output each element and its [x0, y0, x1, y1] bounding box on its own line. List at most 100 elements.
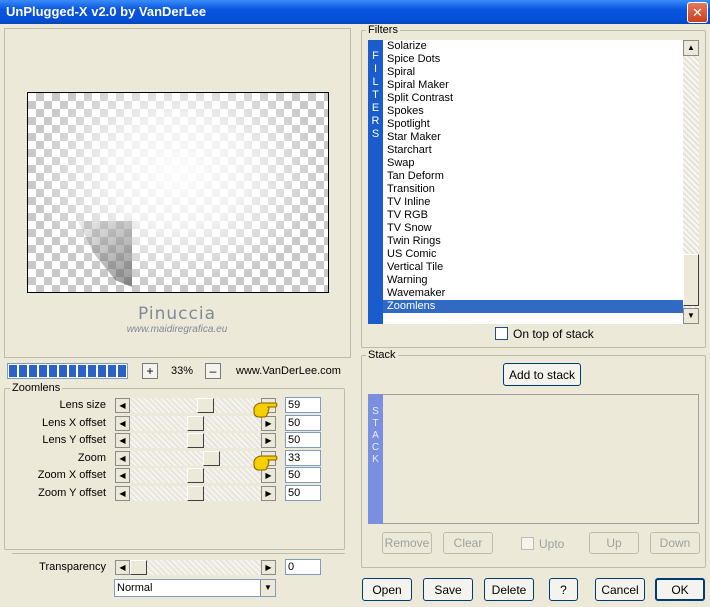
filter-list-item[interactable]: Transition — [383, 183, 683, 196]
slider-thumb[interactable] — [187, 468, 204, 483]
filter-list-item[interactable]: Spiral Maker — [383, 79, 683, 92]
filter-list-item[interactable]: Warning — [383, 274, 683, 287]
params-group-label: Zoomlens — [10, 382, 63, 394]
slider-thumb[interactable] — [202, 450, 220, 466]
blend-mode-select[interactable]: Normal ▼ — [114, 579, 276, 597]
filter-list-item[interactable]: US Comic — [383, 248, 683, 261]
progress-segment — [78, 365, 87, 377]
website-link[interactable]: www.VanDerLee.com — [236, 365, 341, 377]
slider-left-arrow-icon[interactable]: ◀ — [115, 560, 130, 575]
strip-letter: T — [372, 89, 379, 101]
slider-right-arrow-icon[interactable]: ▶ — [261, 560, 276, 575]
filter-list-item[interactable]: Swap — [383, 157, 683, 170]
param-slider[interactable]: ◀▶ — [115, 485, 276, 501]
strip-letter: T — [372, 418, 379, 429]
transparency-input[interactable]: 0 — [285, 559, 321, 575]
remove-button[interactable]: Remove — [382, 532, 432, 554]
slider-left-arrow-icon[interactable]: ◀ — [115, 485, 130, 501]
param-label: Zoom Y offset — [38, 486, 106, 499]
help-button[interactable]: ? — [549, 578, 578, 601]
transparency-slider[interactable]: ◀ ▶ — [115, 560, 276, 575]
filter-list-item[interactable]: TV Snow — [383, 222, 683, 235]
window-title: UnPlugged-X v2.0 by VanDerLee — [6, 4, 207, 19]
filters-strip: FILTERS — [368, 40, 383, 324]
strip-letter: S — [371, 128, 380, 140]
lens-highlight — [28, 93, 328, 292]
progress-segment — [88, 365, 97, 377]
slider-left-arrow-icon[interactable]: ◀ — [115, 468, 130, 483]
filter-list-item[interactable]: TV RGB — [383, 209, 683, 222]
strip-letter: L — [372, 76, 379, 88]
filter-list-item[interactable]: Starchart — [383, 144, 683, 157]
slider-right-arrow-icon[interactable]: ▶ — [261, 485, 276, 501]
progress-segment — [38, 365, 47, 377]
slider-thumb[interactable] — [187, 485, 204, 501]
strip-letter: E — [371, 102, 380, 114]
filter-list-item[interactable]: Zoomlens — [383, 300, 683, 313]
param-value-input[interactable]: 33 — [285, 449, 321, 466]
up-button[interactable]: Up — [589, 532, 639, 554]
on-top-label: On top of stack — [513, 327, 594, 341]
param-slider[interactable]: ◀▶ — [115, 433, 276, 448]
slider-left-arrow-icon[interactable]: ◀ — [115, 433, 130, 448]
param-label: Lens Y offset — [42, 434, 106, 446]
param-value-input[interactable]: 50 — [285, 467, 321, 483]
filter-list-item[interactable]: Spiral — [383, 66, 683, 79]
zoom-in-button[interactable]: + — [142, 363, 158, 379]
strip-letter: I — [373, 63, 378, 75]
filter-list-item[interactable]: Split Contrast — [383, 92, 683, 105]
add-to-stack-button[interactable]: Add to stack — [503, 363, 581, 386]
progress-segment — [108, 365, 117, 377]
param-value-input[interactable]: 50 — [285, 484, 321, 501]
progress-segment — [58, 365, 67, 377]
cancel-button[interactable]: Cancel — [595, 578, 645, 601]
delete-button[interactable]: Delete — [484, 578, 534, 601]
filter-list-item[interactable]: Wavemaker — [383, 287, 683, 300]
filter-list-item[interactable]: Solarize — [383, 40, 683, 53]
zoom-out-button[interactable]: – — [205, 363, 221, 379]
filter-scrollbar[interactable]: ▲ ▼ — [683, 40, 699, 324]
filter-list-item[interactable]: Spokes — [383, 105, 683, 118]
clear-button[interactable]: Clear — [443, 532, 493, 554]
progress-segment — [18, 365, 27, 377]
param-value-input[interactable]: 50 — [285, 432, 321, 448]
transparency-label: Transparency — [39, 561, 106, 573]
chevron-down-icon[interactable]: ▼ — [260, 580, 275, 596]
slider-left-arrow-icon[interactable]: ◀ — [115, 398, 130, 413]
slider-thumb[interactable] — [130, 560, 147, 575]
slider-left-arrow-icon[interactable]: ◀ — [115, 415, 130, 431]
scroll-down-arrow-icon[interactable]: ▼ — [683, 308, 699, 324]
ok-button[interactable]: OK — [655, 578, 705, 601]
upto-checkbox[interactable] — [521, 537, 534, 550]
filter-list[interactable]: Solarize Spice Dots Spiral Spiral Maker Spli… — [383, 40, 683, 324]
down-button[interactable]: Down — [650, 532, 700, 554]
on-top-checkbox[interactable] — [495, 327, 508, 340]
save-button[interactable]: Save — [423, 578, 473, 601]
blend-mode-value: Normal — [117, 582, 153, 594]
slider-left-arrow-icon[interactable]: ◀ — [115, 450, 130, 466]
stack-group-label: Stack — [366, 349, 398, 361]
slider-right-arrow-icon[interactable]: ▶ — [261, 433, 276, 448]
filter-list-item[interactable]: Spice Dots — [383, 53, 683, 66]
slider-thumb[interactable] — [197, 398, 215, 413]
preview-canvas[interactable] — [27, 92, 329, 293]
stack-list[interactable] — [383, 394, 699, 524]
title-bar: UnPlugged-X v2.0 by VanDerLee ✕ — [0, 0, 710, 24]
filter-list-item[interactable]: Twin Rings — [383, 235, 683, 248]
scroll-thumb[interactable] — [683, 254, 699, 306]
filter-list-item[interactable]: Vertical Tile — [383, 261, 683, 274]
filter-list-item[interactable]: Tan Deform — [383, 170, 683, 183]
open-button[interactable]: Open — [362, 578, 412, 601]
slider-thumb[interactable] — [187, 433, 204, 448]
progress-bar — [7, 363, 128, 379]
filter-list-item[interactable]: Spotlight — [383, 118, 683, 131]
param-value-input[interactable]: 59 — [285, 397, 321, 413]
scroll-up-arrow-icon[interactable]: ▲ — [683, 40, 699, 56]
close-button[interactable]: ✕ — [687, 2, 708, 23]
divider — [12, 553, 345, 554]
slider-thumb[interactable] — [187, 415, 204, 431]
filter-list-item[interactable]: Star Maker — [383, 131, 683, 144]
param-value-input[interactable]: 50 — [285, 414, 321, 431]
upto-label: Upto — [539, 537, 565, 551]
filter-list-item[interactable]: TV Inline — [383, 196, 683, 209]
